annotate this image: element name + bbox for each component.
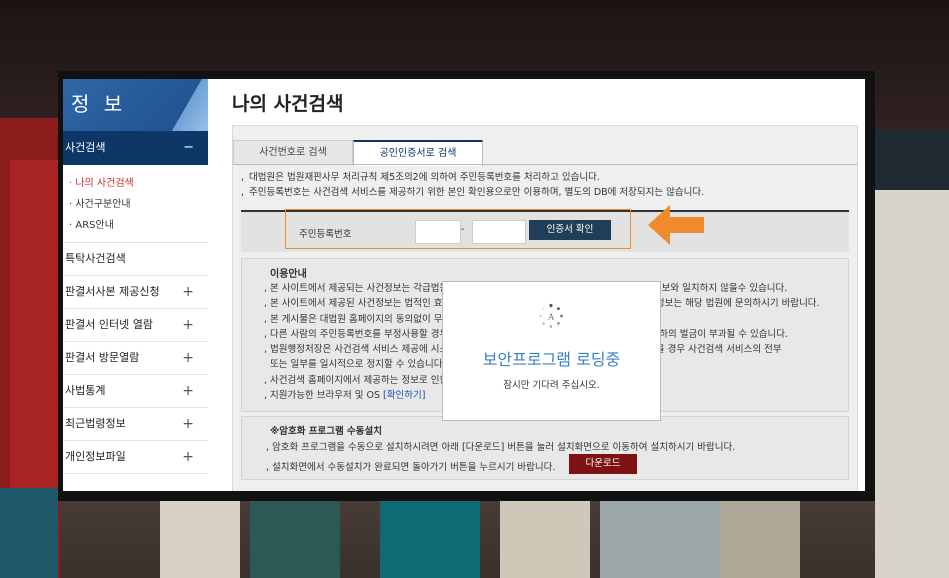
expand-icon[interactable]: + — [182, 342, 194, 374]
sidebar-item-case-search[interactable]: 사건검색 − — [63, 131, 208, 165]
left-arrow-icon — [648, 205, 704, 245]
install-instruction-2: , 설치화면에서 수동설치가 완료되면 돌아가기 버튼을 누르시기 바랍니다. — [266, 462, 556, 473]
submenu-case-type-guide[interactable]: · 사건구분안내 — [69, 194, 208, 215]
sidebar-item-deposit-search[interactable]: 특탁사건검색 — [63, 243, 208, 276]
submenu-my-case-search[interactable]: · 나의 사건검색 — [69, 173, 208, 194]
sidebar-item-judgment-copy[interactable]: 판결서사본 제공신청 + — [63, 276, 208, 309]
tab-certificate[interactable]: 공인인증서로 검색 — [353, 140, 483, 166]
sidebar-title: 정 보 — [71, 92, 127, 116]
page-title: 나의 사건검색 — [232, 93, 344, 115]
sidebar-item-label: 사법통계 — [65, 384, 106, 397]
sidebar-item-judgment-online[interactable]: 판결서 인터넷 열람 + — [63, 309, 208, 342]
expand-icon[interactable]: + — [182, 408, 194, 440]
loading-title: 보안프로그램 로딩중 — [482, 350, 621, 369]
note-item: , 대법원은 법원재판사무 처리규칙 제5조의2에 의하여 주민등록번호를 처리하… — [241, 172, 600, 183]
highlight-box — [285, 209, 631, 249]
browser-check-link[interactable]: [확인하기] — [383, 390, 425, 401]
expand-icon[interactable]: + — [182, 441, 194, 473]
note-item: , 주민등록번호는 사건검색 서비스를 제공하기 위한 본인 확인용으로만 이용하… — [241, 187, 705, 198]
privacy-notes: , 대법원은 법원재판사무 처리규칙 제5조의2에 의하여 주민등록번호를 처리하… — [241, 170, 704, 200]
loading-dialog: A 보안프로그램 로딩중 잠시만 기다려 주십시오. — [442, 281, 661, 421]
expand-icon[interactable]: + — [182, 375, 194, 407]
spinner-letter: A — [547, 313, 554, 322]
usage-guide-title: 이용안내 — [270, 269, 307, 280]
download-button[interactable]: 다운로드 — [569, 454, 637, 474]
collapse-icon[interactable]: − — [183, 131, 194, 165]
sidebar-item-label: 개인정보파일 — [65, 450, 126, 463]
sidebar-item-label: 특탁사건검색 — [65, 252, 126, 265]
sidebar-item-label: 최근법령정보 — [65, 417, 126, 430]
loading-subtitle: 잠시만 기다려 주십시오. — [503, 380, 600, 391]
sidebar-item-privacy-file[interactable]: 개인정보파일 + — [63, 441, 208, 474]
sidebar-item-judgment-visit[interactable]: 판결서 방문열람 + — [63, 342, 208, 375]
sidebar-item-label: 판결서 인터넷 열람 — [65, 318, 153, 331]
sidebar-submenu: · 나의 사건검색 · 사건구분안내 · ARS안내 — [63, 165, 208, 243]
sidebar-item-recent-law[interactable]: 최근법령정보 + — [63, 408, 208, 441]
expand-icon[interactable]: + — [182, 276, 194, 308]
loading-spinner-icon: A — [539, 303, 563, 328]
expand-icon[interactable]: + — [182, 309, 194, 341]
submenu-ars-guide[interactable]: · ARS안내 — [69, 215, 208, 236]
sidebar-item-statistics[interactable]: 사법통계 + — [63, 375, 208, 408]
manual-install-section: ※암호화 프로그램 수동설치 , 암호화 프로그램을 수동으로 설치하시려면 아… — [241, 416, 849, 480]
sidebar-header: 정 보 — [63, 79, 210, 131]
sidebar-item-label: 판결서사본 제공신청 — [65, 285, 160, 298]
sidebar-item-label: 사건검색 — [65, 141, 106, 154]
install-instruction-1: , 암호화 프로그램을 수동으로 설치하시려면 아래 [다운로드] 버튼을 눌러… — [266, 442, 736, 453]
sidebar-item-label: 판결서 방문열람 — [65, 351, 140, 364]
manual-install-title: ※암호화 프로그램 수동설치 — [270, 426, 382, 437]
tab-case-number[interactable]: 사건번호로 검색 — [233, 140, 353, 165]
tab-divider — [233, 164, 857, 165]
sidebar: 정 보 사건검색 − · 나의 사건검색 · 사건구분안내 · ARS안내 특탁… — [63, 79, 210, 491]
header-decoration — [170, 79, 210, 131]
